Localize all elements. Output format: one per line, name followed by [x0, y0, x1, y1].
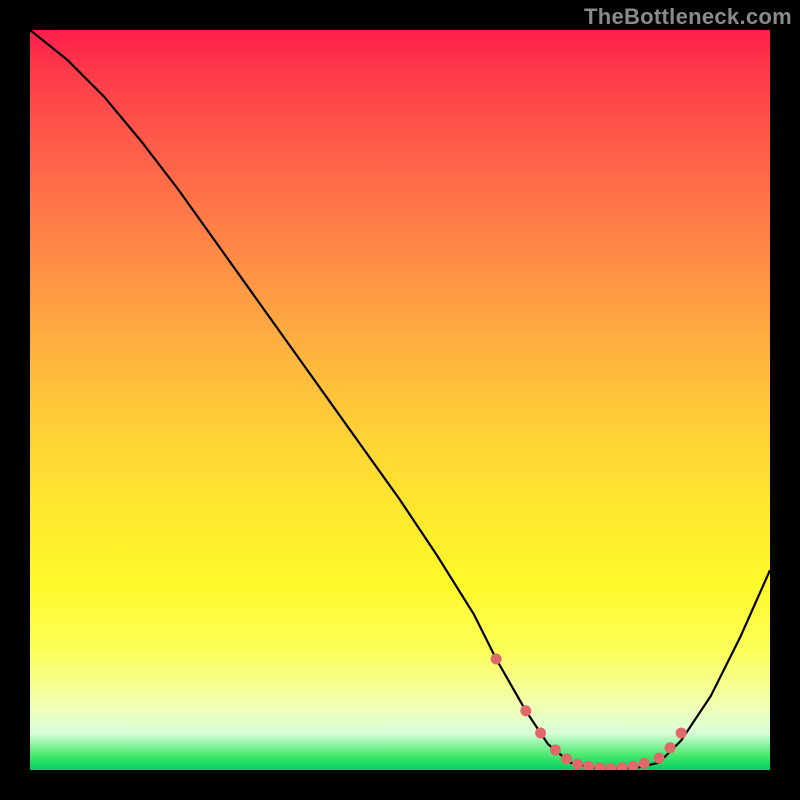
highlight-dot — [583, 761, 594, 770]
highlight-dot — [639, 758, 650, 769]
highlight-dot — [491, 654, 502, 665]
highlight-dot — [535, 728, 546, 739]
highlight-dot — [617, 762, 628, 770]
curve-overlay — [30, 30, 770, 770]
highlight-dot — [594, 762, 605, 770]
highlight-dot — [628, 761, 639, 770]
highlight-dot — [605, 763, 616, 770]
highlight-dots-group — [491, 654, 687, 771]
highlight-dot — [654, 753, 665, 764]
highlight-dot — [676, 728, 687, 739]
watermark-text: TheBottleneck.com — [584, 4, 792, 30]
highlight-dot — [550, 745, 561, 756]
highlight-dot — [561, 753, 572, 764]
highlight-dot — [520, 705, 531, 716]
bottleneck-curve-path — [30, 30, 770, 769]
highlight-dot — [572, 759, 583, 770]
highlight-dot — [665, 742, 676, 753]
chart-stage: TheBottleneck.com — [0, 0, 800, 800]
